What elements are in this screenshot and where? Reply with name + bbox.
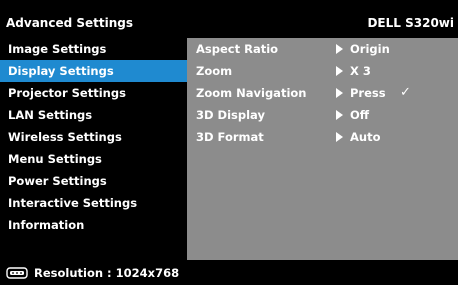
setting-row-3d-format[interactable]: 3D Format Auto — [187, 126, 458, 148]
checkmark-icon: ✓ — [400, 85, 411, 100]
setting-label: Zoom — [196, 64, 233, 78]
sidebar-item-lan-settings[interactable]: LAN Settings — [0, 104, 187, 126]
sidebar-item-image-settings[interactable]: Image Settings — [0, 38, 187, 60]
title-bar: Advanced Settings DELL S320wi — [4, 10, 458, 36]
setting-row-zoom-navigation[interactable]: Zoom Navigation Press ✓ — [187, 82, 458, 104]
display-connector-icon — [6, 267, 28, 279]
resolution-text: Resolution : 1024x768 — [34, 266, 180, 280]
menu-title: Advanced Settings — [6, 16, 134, 30]
sidebar-item-menu-settings[interactable]: Menu Settings — [0, 148, 187, 170]
status-footer: Resolution : 1024x768 — [0, 262, 458, 284]
setting-label: Zoom Navigation — [196, 86, 307, 100]
osd-menu: Advanced Settings DELL S320wi Image Sett… — [0, 0, 458, 285]
setting-row-3d-display[interactable]: 3D Display Off — [187, 104, 458, 126]
setting-label: 3D Display — [196, 108, 265, 122]
arrow-right-icon — [336, 66, 343, 76]
arrow-right-icon — [336, 132, 343, 142]
setting-value: Origin — [350, 42, 390, 56]
sidebar-item-information[interactable]: Information — [0, 214, 187, 236]
setting-label: 3D Format — [196, 130, 264, 144]
sidebar-item-interactive-settings[interactable]: Interactive Settings — [0, 192, 187, 214]
sidebar-item-display-settings[interactable]: Display Settings — [0, 60, 187, 82]
projector-model: DELL S320wi — [367, 16, 454, 30]
setting-label: Aspect Ratio — [196, 42, 279, 56]
setting-value: Press — [350, 86, 386, 100]
arrow-right-icon — [336, 88, 343, 98]
setting-row-zoom[interactable]: Zoom X 3 — [187, 60, 458, 82]
arrow-right-icon — [336, 44, 343, 54]
arrow-right-icon — [336, 110, 343, 120]
setting-row-aspect-ratio[interactable]: Aspect Ratio Origin — [187, 38, 458, 60]
settings-panel: Aspect Ratio Origin Zoom X 3 Zoom Naviga… — [187, 38, 458, 260]
setting-value: X 3 — [350, 64, 371, 78]
sidebar-item-power-settings[interactable]: Power Settings — [0, 170, 187, 192]
sidebar-menu: Image Settings Display Settings Projecto… — [0, 38, 187, 260]
sidebar-item-projector-settings[interactable]: Projector Settings — [0, 82, 187, 104]
sidebar-item-wireless-settings[interactable]: Wireless Settings — [0, 126, 187, 148]
setting-value: Auto — [350, 130, 381, 144]
setting-value: Off — [350, 108, 370, 122]
